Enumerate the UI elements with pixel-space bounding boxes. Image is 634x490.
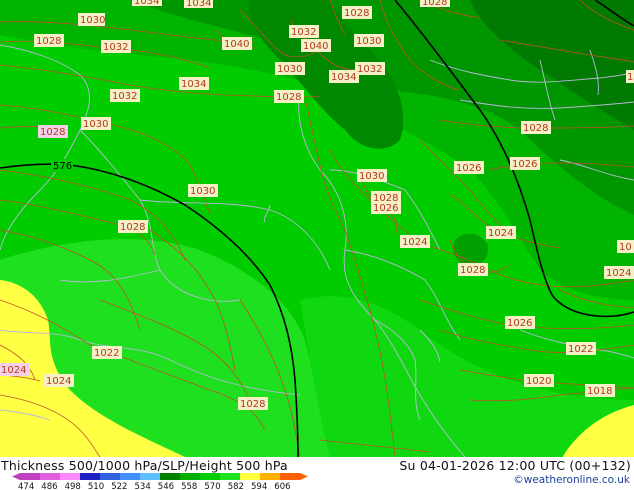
colorbar-tick-label: 486 — [41, 482, 57, 490]
colorbar-swatch — [100, 473, 121, 480]
pressure-label: 1034 — [181, 79, 206, 90]
pressure-label: 1034 — [186, 0, 211, 9]
pressure-label: 1030 — [83, 119, 108, 130]
valid-time: Su 04-01-2026 12:00 UTC (00+132) — [399, 458, 631, 473]
pressure-label: 1018 — [587, 386, 612, 397]
thickness-map: 1030 1034 1028 1028 1032 1040 1032 1040 … — [0, 0, 634, 457]
colorbar-swatch — [180, 473, 201, 480]
thickness-line-label: 576 — [51, 159, 73, 172]
pressure-label: 1028 — [36, 36, 61, 47]
pressure-label: 1030 — [190, 186, 215, 197]
weather-map-view: 1030 1034 1028 1028 1032 1040 1032 1040 … — [0, 0, 634, 490]
pressure-label: 1022 — [568, 344, 593, 355]
colorbar-tick-label: 534 — [135, 482, 151, 490]
pressure-label: 1026 — [456, 163, 481, 174]
pressure-label: 10 — [619, 242, 632, 253]
pressure-label: 1022 — [94, 348, 119, 359]
pressure-label: 1034 — [331, 72, 356, 83]
pressure-label: 1028 — [240, 399, 265, 410]
colorbar-arrow-left — [12, 473, 20, 480]
colorbar-swatch — [260, 473, 281, 480]
pressure-label: 1040 — [224, 39, 249, 50]
copyright-credit[interactable]: ©weatheronline.co.uk — [513, 474, 630, 486]
map-title: Thickness 500/1000 hPa/SLP/Height 500 hP… — [1, 458, 288, 473]
pressure-label: 1026 — [512, 159, 537, 170]
pressure-label: 1024 — [46, 376, 71, 387]
pressure-label: 1028 — [460, 265, 485, 276]
pressure-label: 1030 — [356, 36, 381, 47]
pressure-label: 1032 — [357, 64, 382, 75]
colorbar-swatch — [120, 473, 141, 480]
colorbar-swatch — [80, 473, 101, 480]
pressure-label: 1024 — [606, 268, 631, 279]
colorbar-swatch — [160, 473, 181, 480]
colorbar-tick-label: 558 — [181, 482, 197, 490]
colorbar-swatch — [240, 473, 261, 480]
svg-text:576: 576 — [53, 161, 72, 172]
colorbar-swatch — [280, 473, 301, 480]
colorbar-swatch — [140, 473, 161, 480]
map-footer: Thickness 500/1000 hPa/SLP/Height 500 hP… — [0, 457, 634, 490]
pressure-label: 1024 — [1, 365, 26, 376]
pressure-label: 1020 — [526, 376, 551, 387]
colorbar-tick-label: 522 — [111, 482, 127, 490]
pressure-label: 1032 — [112, 91, 137, 102]
pressure-label: 1028 — [523, 123, 548, 134]
pressure-label: 1032 — [103, 42, 128, 53]
pressure-label: 1028 — [344, 8, 369, 19]
pressure-label: 1024 — [402, 237, 427, 248]
colorbar: 474 486 498 510 522 534 546 558 570 582 594 606 — [12, 473, 308, 490]
pressure-label: 1030 — [277, 64, 302, 75]
colorbar-tick-label: 546 — [158, 482, 174, 490]
colorbar-tick-label: 510 — [88, 482, 104, 490]
colorbar-tick-label: 606 — [274, 482, 290, 490]
pressure-label: 1028 — [120, 222, 145, 233]
pressure-label: 1040 — [303, 41, 328, 52]
colorbar-swatch — [60, 473, 81, 480]
pressure-label: 1030 — [359, 171, 384, 182]
colorbar-tick-label: 582 — [228, 482, 244, 490]
pressure-label: 1028 — [276, 92, 301, 103]
pressure-label: 1032 — [291, 27, 316, 38]
colorbar-swatch — [200, 473, 221, 480]
pressure-label: 1026 — [373, 203, 398, 214]
pressure-label: 1 — [627, 72, 633, 83]
colorbar-tick-label: 498 — [65, 482, 81, 490]
colorbar-swatch — [220, 473, 241, 480]
pressure-label: 1030 — [80, 15, 105, 26]
pressure-label: 1034 — [134, 0, 159, 7]
colorbar-arrow-right — [300, 473, 308, 480]
colorbar-swatch — [40, 473, 61, 480]
pressure-label: 1026 — [507, 318, 532, 329]
colorbar-tick-label: 594 — [251, 482, 267, 490]
colorbar-tick-label: 474 — [18, 482, 34, 490]
colorbar-swatch — [20, 473, 41, 480]
pressure-label: 1028 — [40, 127, 65, 138]
pressure-label: 1024 — [488, 228, 513, 239]
colorbar-tick-label: 570 — [204, 482, 220, 490]
pressure-label: 1028 — [422, 0, 447, 8]
